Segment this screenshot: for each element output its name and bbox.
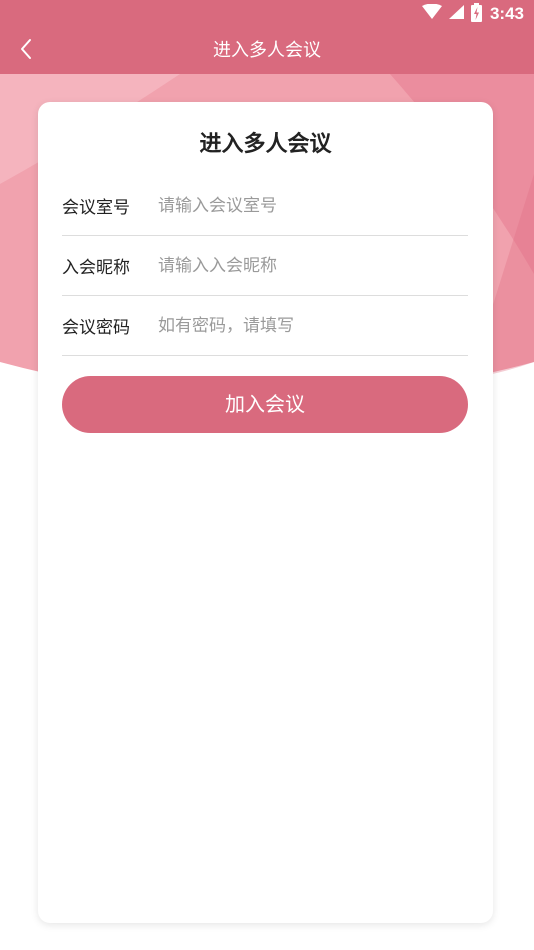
password-row: 会议密码	[62, 296, 468, 356]
app-bar: 进入多人会议	[0, 28, 534, 74]
room-number-row: 会议室号	[62, 176, 468, 236]
join-meeting-button[interactable]: 加入会议	[62, 376, 468, 433]
password-input[interactable]	[158, 310, 468, 341]
nickname-input[interactable]	[158, 250, 468, 281]
password-label: 会议密码	[62, 318, 130, 338]
wifi-icon	[421, 3, 442, 24]
room-number-label: 会议室号	[62, 198, 130, 218]
page-title: 进入多人会议	[213, 40, 321, 61]
join-meeting-card: 进入多人会议 会议室号 入会昵称 会议密码 加入会议	[38, 102, 493, 923]
room-number-input[interactable]	[158, 190, 468, 221]
card-title: 进入多人会议	[199, 132, 332, 157]
status-icons: 3:43	[421, 2, 524, 26]
nickname-row: 入会昵称	[62, 236, 468, 296]
signal-icon	[448, 4, 465, 24]
status-bar: 3:43	[0, 0, 534, 28]
battery-charging-icon	[470, 2, 482, 26]
status-time: 3:43	[489, 4, 524, 23]
nickname-label: 入会昵称	[62, 258, 130, 278]
